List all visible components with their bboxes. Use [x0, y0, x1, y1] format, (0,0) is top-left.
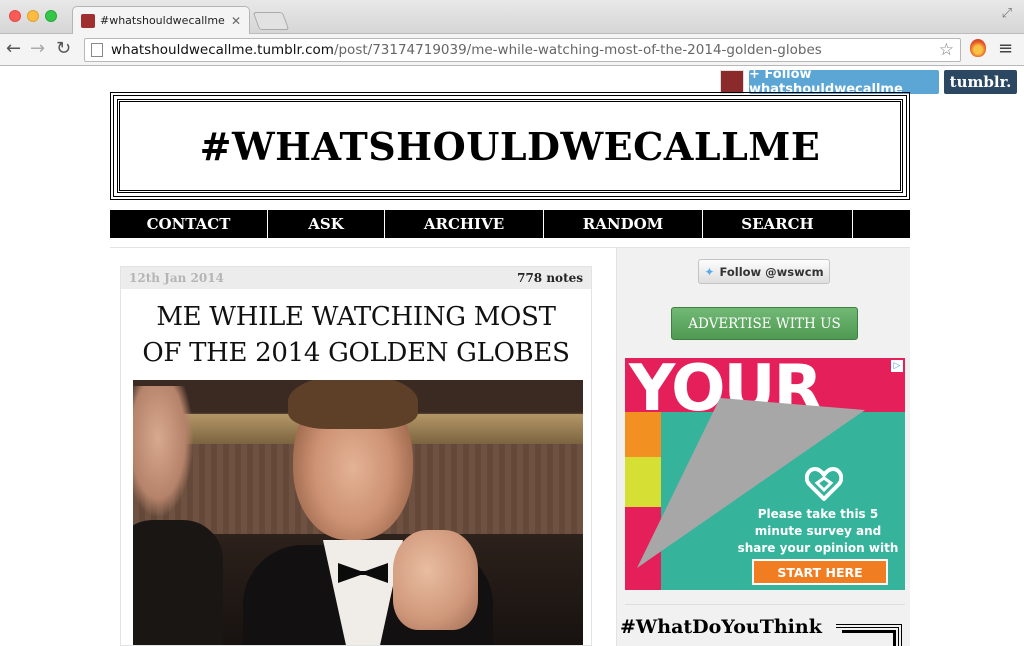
minimize-window-button[interactable] — [27, 10, 39, 22]
sidebar: ✦ Follow @wswcm ADVERTISE WITH US YOUR P… — [616, 248, 910, 646]
page-icon — [91, 43, 103, 57]
nav-contact[interactable]: CONTACT — [110, 210, 268, 238]
site-header: #WHATSHOULDWECALLME — [110, 92, 910, 200]
nav-archive[interactable]: ARCHIVE — [385, 210, 544, 238]
new-tab-button[interactable] — [252, 12, 290, 30]
fullscreen-icon[interactable]: ⤢ — [1002, 6, 1012, 21]
reload-button[interactable]: ↻ — [56, 39, 71, 59]
post-meta: 12th Jan 2014 778 notes — [121, 267, 591, 289]
main-nav: CONTACT ASK ARCHIVE RANDOM SEARCH — [110, 210, 910, 238]
section-heading-block: #WhatDoYouThink — [620, 612, 908, 646]
twitter-follow-button[interactable]: ✦ Follow @wswcm — [698, 259, 830, 284]
close-window-button[interactable] — [9, 10, 21, 22]
sidebar-divider — [625, 604, 905, 605]
back-button[interactable]: ← — [6, 39, 21, 59]
browser-toolbar: ← → ↻ whatshouldwecallme.tumblr.com /pos… — [0, 34, 1024, 66]
tab-title: #whatshouldwecallme | Me — [100, 14, 227, 27]
ad-choices-icon[interactable]: ▷ — [891, 360, 903, 372]
nav-search[interactable]: SEARCH — [703, 210, 853, 238]
post: 12th Jan 2014 778 notes ME WHILE WATCHIN… — [120, 266, 592, 646]
tab-close-icon[interactable]: ✕ — [231, 14, 241, 28]
bookmark-star-icon[interactable]: ☆ — [939, 40, 954, 60]
post-notes[interactable]: 778 notes — [517, 271, 583, 285]
ad-start-button[interactable]: START HERE — [752, 559, 888, 585]
post-date[interactable]: 12th Jan 2014 — [129, 271, 224, 285]
twitter-follow-label: Follow @wswcm — [719, 264, 824, 279]
nav-random[interactable]: RANDOM — [544, 210, 703, 238]
twitter-bird-icon: ✦ — [704, 264, 715, 279]
tumblr-logo[interactable]: tumblr. — [944, 70, 1017, 94]
advertise-button[interactable]: ADVERTISE WITH US — [671, 307, 858, 340]
address-bar[interactable]: whatshouldwecallme.tumblr.com /post/7317… — [84, 38, 961, 62]
heart-logo-icon — [805, 467, 843, 501]
blog-avatar[interactable] — [720, 70, 744, 94]
forward-button[interactable]: → — [30, 39, 45, 59]
browser-menu-icon[interactable]: ≡ — [998, 38, 1013, 59]
tumblr-follow-button[interactable]: + Follow whatshouldwecallme — [749, 67, 939, 97]
tab-favicon-icon — [81, 13, 95, 28]
post-gif-image[interactable] — [133, 380, 583, 645]
section-heading: #WhatDoYouThink — [620, 616, 830, 638]
url-host: whatshouldwecallme.tumblr.com — [111, 42, 334, 58]
site-title[interactable]: #WHATSHOULDWECALLME — [200, 124, 821, 169]
post-title: ME WHILE WATCHING MOST OF THE 2014 GOLDE… — [142, 302, 570, 368]
zoom-window-button[interactable] — [45, 10, 57, 22]
extension-fire-icon[interactable] — [970, 39, 986, 57]
url-path: /post/73174719039/me-while-watching-most… — [333, 42, 822, 58]
nav-ask[interactable]: ASK — [268, 210, 385, 238]
survey-ad[interactable]: YOUR Please take this 5 minute survey an… — [625, 358, 905, 590]
browser-tab[interactable]: #whatshouldwecallme | Me ✕ — [72, 6, 250, 34]
browser-titlebar: #whatshouldwecallme | Me ✕ ⤢ — [0, 0, 1024, 34]
page-content: + Follow whatshouldwecallme tumblr. #WHA… — [0, 67, 1024, 646]
